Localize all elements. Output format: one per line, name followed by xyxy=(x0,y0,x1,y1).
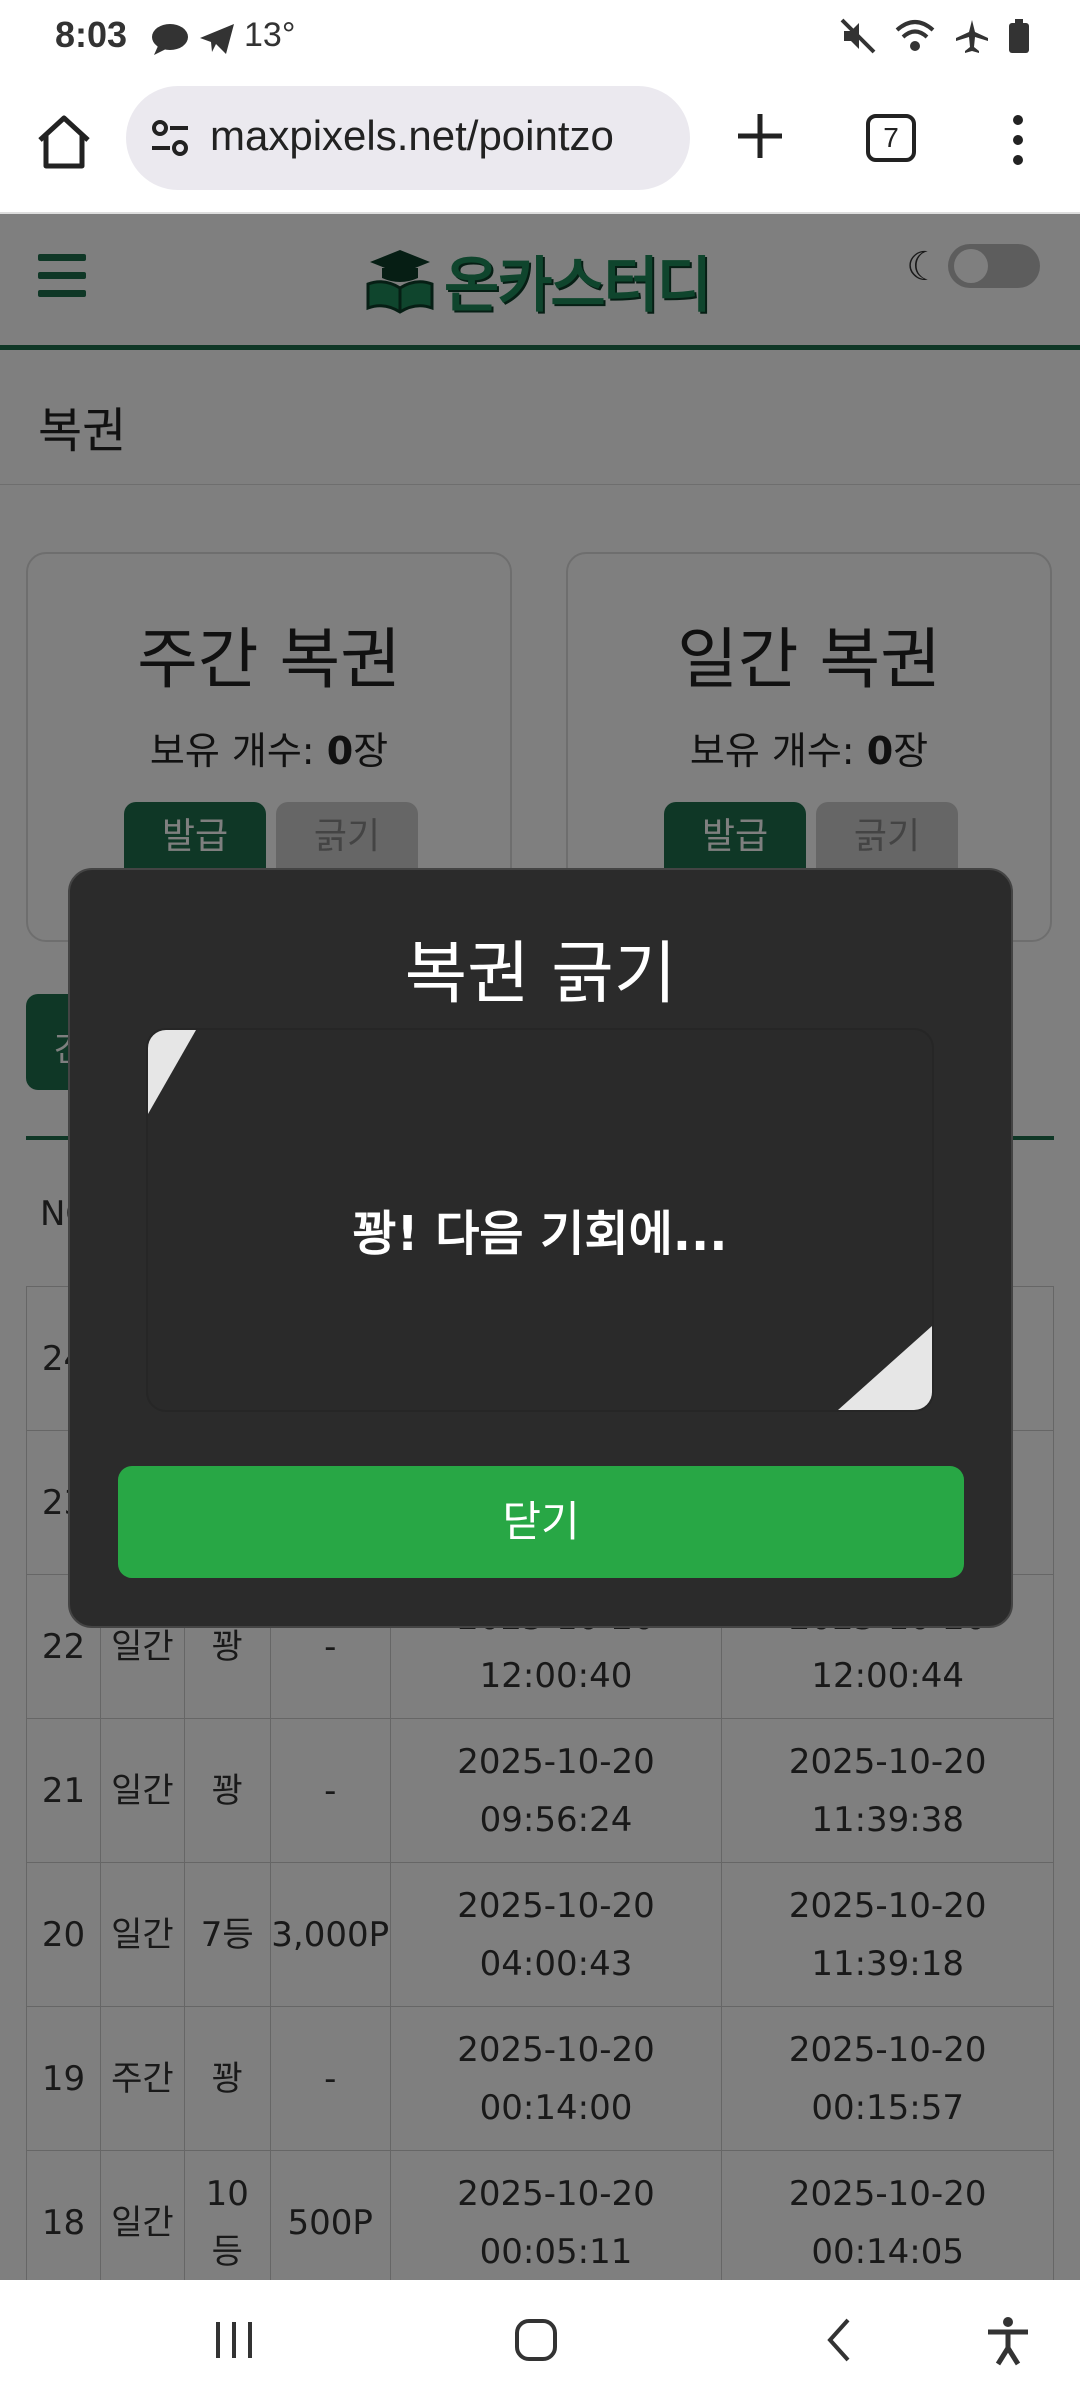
scratch-modal: 복권 긁기 꽝! 다음 기회에... 닫기 xyxy=(68,868,1013,1628)
recent-apps-icon[interactable] xyxy=(210,2316,258,2364)
scratch-area[interactable]: 꽝! 다음 기회에... xyxy=(146,1028,934,1412)
battery-icon xyxy=(1009,19,1029,53)
scratch-coating-remnant xyxy=(148,1030,196,1114)
tab-switcher-button[interactable]: 7 xyxy=(866,114,916,162)
modal-title: 복권 긁기 xyxy=(404,935,677,1014)
new-tab-icon[interactable] xyxy=(732,108,788,164)
wifi-icon xyxy=(895,20,935,51)
telegram-icon xyxy=(200,24,234,54)
scratch-result-text: 꽝! 다음 기회에... xyxy=(352,1206,728,1262)
more-menu-icon[interactable] xyxy=(998,112,1038,168)
status-time: 8:03 xyxy=(55,14,128,55)
chat-icon xyxy=(152,24,188,55)
system-navigation-bar xyxy=(0,2280,1080,2408)
browser-toolbar: maxpixels.net/pointzo 7 xyxy=(0,72,1080,214)
mute-icon xyxy=(840,18,876,54)
url-text[interactable]: maxpixels.net/pointzo xyxy=(210,112,614,160)
close-button[interactable]: 닫기 xyxy=(118,1466,964,1578)
airplane-icon xyxy=(956,20,988,53)
back-icon[interactable] xyxy=(816,2316,864,2364)
home-icon[interactable] xyxy=(34,112,94,172)
accessibility-icon[interactable] xyxy=(984,2316,1032,2366)
address-bar[interactable]: maxpixels.net/pointzo xyxy=(126,86,690,190)
scratch-coating-remnant xyxy=(838,1326,932,1410)
temperature: 13° xyxy=(244,16,296,54)
status-icons xyxy=(840,18,1030,54)
status-bar: 8:03 13° xyxy=(0,0,1080,72)
site-settings-icon[interactable] xyxy=(148,116,192,160)
home-nav-icon[interactable] xyxy=(512,2316,560,2364)
